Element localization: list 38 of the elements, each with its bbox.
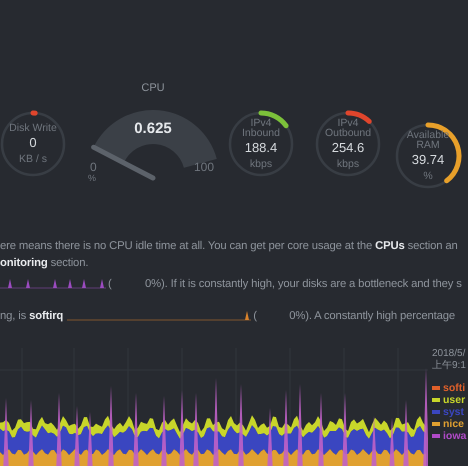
legend-label: iowa [443,430,466,442]
legend-item[interactable]: user [432,394,468,406]
legend-item[interactable]: softi [432,382,468,394]
gauge-max: 100 [194,160,214,174]
gauge-value: 0.625 [133,120,173,137]
gauge-value: 254.6 [332,140,364,155]
description-text: 0%). A constantly high percentage [289,310,456,322]
gauge-unit: % [423,170,433,182]
gauge-ring [0,110,67,178]
parenthesis-text: ( [108,278,113,290]
gauge-ring [227,110,295,178]
gauge-unit: % [88,173,96,183]
description-text: ere means there is no CPU idle time at all. You can get per core usage at the CPUs section an [0,239,459,254]
gauge-value: 188.4 [244,140,278,155]
legend-label: nice [443,418,464,430]
gauge-title: IPv4 Outbound [324,118,372,138]
timestamp: 2018/5/ 上午9:1 [432,348,467,372]
gauge-min: 0 [90,160,97,174]
description-text: 0%). If it is constantly high, your disks are a bottleneck and they s [145,278,462,290]
legend-item[interactable]: iowa [432,430,468,442]
gauge-title: Disk Write [9,123,57,133]
description-text: ng, is softirq [0,310,64,322]
gauge-title: CPU [140,82,166,94]
legend-label: user [443,394,466,406]
legend-label: syst [443,406,464,418]
gauge-unit: KB / s [18,153,47,165]
description-text: onitoring section. [0,256,90,271]
gauge-value: 0 [29,135,37,150]
gauge-unit: kbps [250,158,272,170]
legend-item[interactable]: nice [432,418,468,430]
parenthesis-text: ( [253,310,258,322]
gauge-title: Available RAM [406,130,450,150]
gauge-ring [394,122,462,190]
gauge-value: 39.74 [412,152,444,167]
gauge-title: IPv4 Inbound [242,118,280,138]
legend-label: softi [443,382,466,394]
gauge-unit: kbps [336,158,360,170]
gauge-ring [314,110,382,178]
